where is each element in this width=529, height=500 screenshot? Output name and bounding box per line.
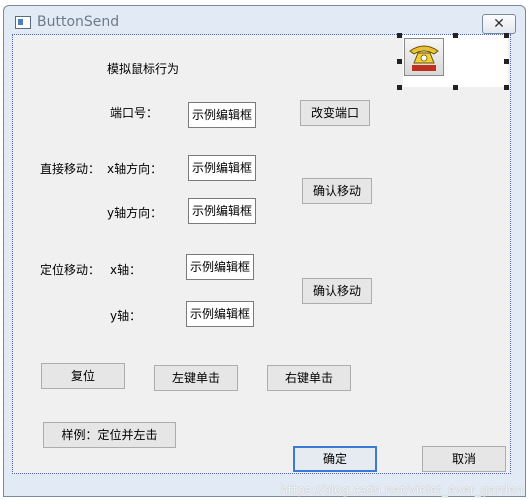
selection-handle[interactable] (504, 85, 509, 90)
telephone-icon[interactable] (404, 38, 444, 76)
selection-handle[interactable] (453, 85, 458, 90)
dialog-icon (15, 16, 31, 29)
selection-handle[interactable] (397, 59, 402, 64)
x-direction-label: x轴方向： (107, 162, 163, 176)
close-button[interactable]: ✕ (482, 14, 516, 34)
x-axis-edit[interactable]: 示例编辑框 (186, 254, 254, 280)
selection-handle[interactable] (453, 33, 458, 38)
confirm-move-button[interactable]: 确认移动 (302, 178, 372, 204)
y-direction-edit[interactable]: 示例编辑框 (188, 198, 256, 224)
port-edit[interactable]: 示例编辑框 (188, 102, 256, 128)
x-direction-edit[interactable]: 示例编辑框 (188, 155, 256, 181)
direct-move-label: 直接移动： (40, 162, 101, 176)
confirm-position-button[interactable]: 确认移动 (302, 278, 372, 304)
window-title: ButtonSend (37, 14, 120, 30)
left-click-button[interactable]: 左键单击 (154, 365, 238, 391)
cancel-button[interactable]: 取消 (422, 446, 506, 472)
selection-handle[interactable] (504, 59, 509, 64)
y-direction-label: y轴方向： (107, 206, 163, 220)
position-move-label: 定位移动： (40, 263, 101, 277)
selection-handle[interactable] (397, 33, 402, 38)
dialog-client-area (12, 34, 511, 474)
selection-handle[interactable] (504, 33, 509, 38)
sample-button[interactable]: 样例：定位并左击 (43, 422, 176, 448)
watermark-text: https://blog.csdn.net/violet_ever_garden (280, 483, 523, 497)
right-click-button[interactable]: 右键单击 (267, 365, 351, 391)
change-port-button[interactable]: 改变端口 (300, 100, 370, 126)
x-axis-label: x轴： (110, 263, 142, 277)
heading-label: 模拟鼠标行为 (107, 62, 180, 76)
ok-button[interactable]: 确定 (293, 446, 377, 472)
y-axis-edit[interactable]: 示例编辑框 (186, 301, 254, 327)
y-axis-label: y轴： (110, 309, 142, 323)
port-label: 端口号： (110, 106, 159, 120)
reset-button[interactable]: 复位 (41, 363, 125, 389)
selection-handle[interactable] (397, 85, 402, 90)
